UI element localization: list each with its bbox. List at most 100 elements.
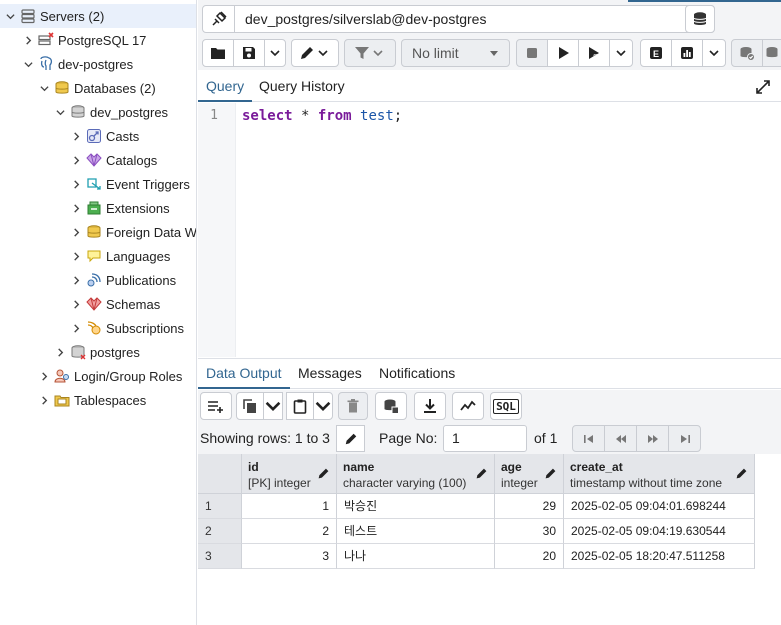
tree-node-casts[interactable]: Casts [0,124,196,148]
column-header-name[interactable]: name character varying (100) [337,454,495,494]
code-line[interactable]: select * from test; [242,108,402,124]
execute-dropdown-button[interactable] [609,39,633,67]
sql-view-button[interactable]: SQL [490,392,522,420]
tab-data-output[interactable]: Data Output [198,359,290,389]
edit-menu-button[interactable] [291,39,339,67]
chevron-right-icon[interactable] [54,340,66,364]
cell-id[interactable]: 3 [242,544,337,569]
chevron-down-icon[interactable] [4,4,16,28]
save-data-button[interactable] [375,392,407,420]
pencil-icon[interactable] [317,467,330,480]
tree-node-dev-postgres-db[interactable]: dev_postgres [0,100,196,124]
chevron-right-icon[interactable] [70,292,82,316]
cell-create-at[interactable]: 2025-02-05 18:20:47.511258 [564,544,755,569]
paste-dropdown-button[interactable] [313,392,333,420]
tree-node-tablespaces[interactable]: Tablespaces [0,388,196,412]
cell-age[interactable]: 20 [495,544,564,569]
add-row-button[interactable] [200,392,232,420]
chevron-right-icon[interactable] [70,124,82,148]
next-page-button[interactable] [636,425,669,452]
expand-icon[interactable] [755,79,771,95]
tab-messages[interactable]: Messages [290,359,370,389]
tree-node-servers[interactable]: Servers (2) [0,4,196,28]
cell-name[interactable]: 나나 [337,544,495,569]
tree-node-subscriptions[interactable]: Subscriptions [0,316,196,340]
tab-notifications[interactable]: Notifications [371,359,463,389]
copy-dropdown-button[interactable] [263,392,283,420]
graph-visualiser-button[interactable] [452,392,484,420]
chevron-right-icon[interactable] [70,148,82,172]
tree-node-dev-postgres-server[interactable]: dev-postgres [0,52,196,76]
column-header-create-at[interactable]: create_at timestamp without time zone [564,454,755,494]
chevron-right-icon[interactable] [70,172,82,196]
database-switch-button[interactable] [685,5,715,33]
chevron-right-icon[interactable] [70,268,82,292]
execute-query-button[interactable] [547,39,579,67]
row-number[interactable]: 3 [198,544,242,569]
commit-button[interactable] [731,39,763,67]
cell-id[interactable]: 1 [242,494,337,519]
previous-page-button[interactable] [604,425,637,452]
tree-node-catalogs[interactable]: Catalogs [0,148,196,172]
chevron-down-icon[interactable] [22,52,34,76]
save-dropdown-button[interactable] [264,39,286,67]
tree-node-postgresql-17[interactable]: PostgreSQL 17 [0,28,196,52]
pencil-icon[interactable] [735,467,748,480]
copy-button[interactable] [236,392,264,420]
chevron-right-icon[interactable] [22,28,34,52]
row-number[interactable]: 2 [198,519,242,544]
cell-name[interactable]: 박승진 [337,494,495,519]
column-header-id[interactable]: id [PK] integer [242,454,337,494]
cell-age[interactable]: 30 [495,519,564,544]
tree-node-event-triggers[interactable]: Event Triggers [0,172,196,196]
page-number-input[interactable]: 1 [443,425,527,452]
explain-button[interactable]: E [640,39,672,67]
row-limit-select[interactable]: No limit [401,39,510,67]
tree-node-publications[interactable]: Publications [0,268,196,292]
cell-id[interactable]: 2 [242,519,337,544]
connection-status-icon[interactable] [203,6,235,32]
explain-dropdown-button[interactable] [702,39,726,67]
filter-button[interactable] [344,39,396,67]
stop-query-button[interactable] [516,39,548,67]
chevron-down-icon[interactable] [38,76,50,100]
chevron-right-icon[interactable] [38,388,50,412]
cell-create-at[interactable]: 2025-02-05 09:04:19.630544 [564,519,755,544]
cell-name[interactable]: 테스트 [337,519,495,544]
pencil-icon[interactable] [475,467,488,480]
tree-node-login-group-roles[interactable]: Login/Group Roles [0,364,196,388]
tree-node-extensions[interactable]: Extensions [0,196,196,220]
explain-analyze-button[interactable] [671,39,703,67]
tab-query-history[interactable]: Query History [251,72,353,102]
chevron-right-icon[interactable] [38,364,50,388]
first-page-button[interactable] [572,425,605,452]
tab-query[interactable]: Query [198,72,253,102]
row-number-header[interactable] [198,454,242,494]
connection-selector[interactable]: dev_postgres/silverslab@dev-postgres [202,5,715,33]
rollback-button[interactable] [762,39,781,67]
chevron-right-icon[interactable] [70,196,82,220]
column-header-age[interactable]: age integer [495,454,564,494]
tree-node-languages[interactable]: Languages [0,244,196,268]
save-file-button[interactable] [233,39,265,67]
tree-node-schemas[interactable]: Schemas [0,292,196,316]
execute-script-button[interactable]: S [578,39,610,67]
sql-editor[interactable]: 1 select * from test; [198,103,781,357]
row-number[interactable]: 1 [198,494,242,519]
cell-create-at[interactable]: 2025-02-05 09:04:01.698244 [564,494,755,519]
cell-age[interactable]: 29 [495,494,564,519]
edit-rows-button[interactable] [336,425,365,452]
tree-node-postgres-db[interactable]: postgres [0,340,196,364]
chevron-down-icon[interactable] [54,100,66,124]
tree-node-databases[interactable]: Databases (2) [0,76,196,100]
pencil-icon[interactable] [544,467,557,480]
open-file-button[interactable] [202,39,234,67]
download-button[interactable] [414,392,446,420]
chevron-right-icon[interactable] [70,220,82,244]
tree-node-foreign-data-wrappers[interactable]: Foreign Data W [0,220,196,244]
last-page-button[interactable] [668,425,701,452]
delete-row-button[interactable] [338,392,368,420]
chevron-right-icon[interactable] [70,316,82,340]
paste-button[interactable] [286,392,314,420]
chevron-right-icon[interactable] [70,244,82,268]
